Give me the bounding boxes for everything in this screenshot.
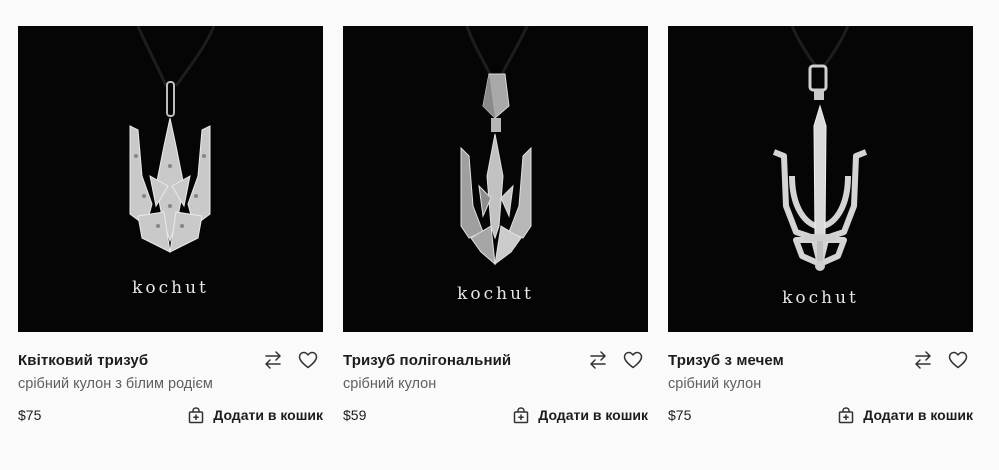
product-price: $75 — [18, 407, 42, 423]
product-price: $75 — [668, 407, 692, 423]
product-name[interactable]: Тризуб з мечем — [668, 352, 784, 369]
product-card: kochut Тризуб полігональний срібний куло… — [343, 26, 648, 425]
heart-icon[interactable] — [622, 349, 644, 371]
heart-icon[interactable] — [297, 349, 319, 371]
add-to-cart-button[interactable]: Додати в кошик — [188, 406, 323, 424]
product-name[interactable]: Тризуб полігональний — [343, 352, 511, 369]
brand-logo: kochut — [132, 278, 209, 298]
add-to-cart-button[interactable]: Додати в кошик — [838, 406, 973, 424]
shopping-bag-plus-icon — [839, 406, 854, 423]
add-to-cart-button[interactable]: Додати в кошик — [513, 406, 648, 424]
heart-icon[interactable] — [947, 349, 969, 371]
brand-logo: kochut — [782, 288, 859, 308]
product-image[interactable]: kochut — [18, 26, 323, 332]
add-to-cart-label: Додати в кошик — [213, 407, 323, 423]
product-description: срібний кулон з білим родієм — [18, 376, 213, 392]
product-name[interactable]: Квітковий тризуб — [18, 352, 148, 369]
product-price: $59 — [343, 407, 367, 423]
compare-arrows-icon[interactable] — [912, 349, 934, 371]
product-grid: kochut Квітковий тризуб срібний кулон з … — [18, 26, 973, 425]
compare-arrows-icon[interactable] — [587, 349, 609, 371]
brand-logo: kochut — [457, 284, 534, 304]
trident-sword-pendant-icon — [772, 26, 868, 271]
product-card: kochut Тризуб з мечем срібний кулон $75 … — [668, 26, 973, 425]
shopping-bag-plus-icon — [514, 406, 529, 423]
shopping-bag-plus-icon — [189, 406, 204, 423]
product-description: срібний кулон — [343, 376, 437, 392]
product-card: kochut Квітковий тризуб срібний кулон з … — [18, 26, 323, 425]
add-to-cart-label: Додати в кошик — [863, 407, 973, 423]
product-image[interactable]: kochut — [343, 26, 648, 332]
product-description: срібний кулон — [668, 376, 762, 392]
product-image[interactable]: kochut — [668, 26, 973, 332]
compare-arrows-icon[interactable] — [262, 349, 284, 371]
add-to-cart-label: Додати в кошик — [538, 407, 648, 423]
